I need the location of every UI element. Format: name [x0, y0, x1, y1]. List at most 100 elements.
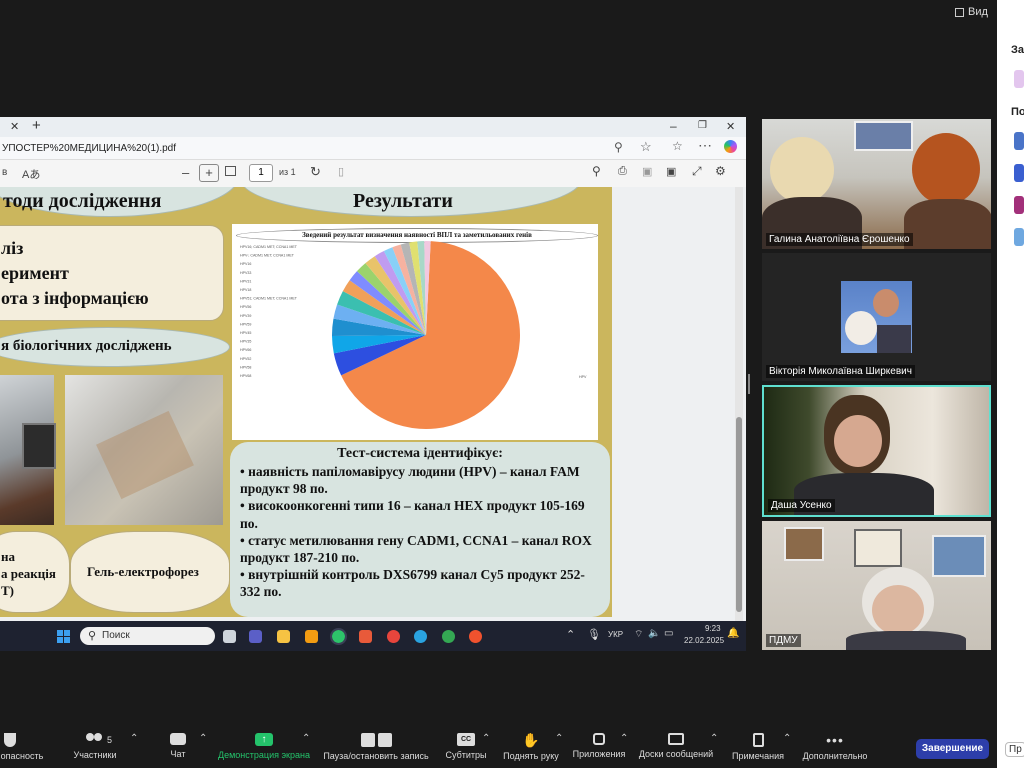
- side-avatar[interactable]: [1014, 196, 1024, 214]
- rotate-icon[interactable]: ↻: [310, 164, 321, 180]
- favorite-icon[interactable]: ☆: [640, 139, 652, 155]
- share-chevron-icon[interactable]: ⌃: [302, 733, 310, 744]
- explorer-icon[interactable]: [277, 630, 290, 643]
- two-page-icon[interactable]: ▯: [338, 165, 344, 178]
- security-button[interactable]: опасность: [0, 733, 44, 761]
- collections-icon[interactable]: ☆: [672, 139, 683, 153]
- zoom-out-icon[interactable]: –: [182, 165, 189, 180]
- fit-page-icon[interactable]: [225, 166, 236, 176]
- pie-label: HPV: [579, 375, 587, 379]
- new-tab-icon[interactable]: +: [32, 117, 41, 134]
- scrollbar[interactable]: [735, 187, 743, 621]
- raise-hand-button[interactable]: ✋ Поднять руку: [500, 733, 562, 761]
- scrollbar-thumb[interactable]: [736, 417, 742, 612]
- pie-chart-panel: Зведений результат визначення наявності …: [232, 224, 598, 440]
- raise-hand-label: Поднять руку: [503, 751, 559, 761]
- search-pdf-icon[interactable]: ⚲: [592, 164, 601, 178]
- record-button[interactable]: Пауза/остановить запись: [320, 733, 432, 761]
- side-avatar[interactable]: [1014, 164, 1024, 182]
- methods-box: ліз еримент ота з інформацією: [0, 225, 224, 321]
- shield-icon: [4, 733, 16, 747]
- captions-chevron-icon[interactable]: ⌃: [482, 733, 490, 744]
- wifi-icon[interactable]: ⌔: [634, 628, 643, 641]
- apps-chevron-icon[interactable]: ⌃: [620, 733, 628, 744]
- zoom-icon[interactable]: ⚲: [614, 140, 623, 154]
- chrome-icon[interactable]: [387, 630, 400, 643]
- save-icon[interactable]: ▣: [642, 165, 652, 178]
- view-button[interactable]: Вид: [955, 6, 988, 18]
- task-view-icon[interactable]: [223, 630, 236, 643]
- more-button[interactable]: ••• Дополнительно: [798, 733, 872, 761]
- pdf-toolbar: ʙ Aあ – + 1 из 1 ↻ ▯ ⚲ ⎙ ▣ ▣ ⤢ ⚙: [0, 160, 746, 188]
- side-bottom-button[interactable]: Пр: [1005, 742, 1024, 757]
- side-avatar[interactable]: [1014, 228, 1024, 246]
- participants-chevron-icon[interactable]: ⌃: [130, 733, 138, 744]
- methods-item: еримент: [1, 263, 69, 283]
- whiteboards-button[interactable]: Доски сообщений: [636, 733, 716, 759]
- security-label: опасность: [0, 751, 44, 761]
- chat-chevron-icon[interactable]: ⌃: [199, 733, 207, 744]
- person-head: [912, 133, 980, 205]
- video-tile[interactable]: Галина Анатоліївна Єрошенко: [762, 119, 991, 249]
- video-tile[interactable]: Вікторія Миколаївна Ширкевич: [762, 253, 991, 381]
- menu-icon[interactable]: ⋯: [698, 137, 712, 154]
- video-tile-active-speaker[interactable]: Даша Усенко: [762, 385, 991, 517]
- read-aloud-icon[interactable]: ʙ: [2, 167, 7, 178]
- fullscreen-icon[interactable]: ⤢: [692, 164, 702, 179]
- maximize-icon[interactable]: ❐: [698, 120, 707, 131]
- settings-icon[interactable]: ⚙: [715, 164, 726, 178]
- clock-date[interactable]: 22.02.2025: [684, 636, 724, 645]
- telegram-icon[interactable]: [414, 630, 427, 643]
- tab-close-icon[interactable]: ✕: [10, 120, 19, 133]
- methods-item: ота з інформацією: [1, 288, 149, 308]
- methods-banner: тоди дослідження: [0, 187, 240, 217]
- window-close-icon[interactable]: ✕: [726, 120, 735, 133]
- language-indicator[interactable]: УКР: [608, 630, 623, 639]
- print-icon[interactable]: ⎙: [618, 165, 627, 178]
- hand-chevron-icon[interactable]: ⌃: [555, 733, 563, 744]
- chat-button[interactable]: Чат: [160, 733, 196, 759]
- teams-icon[interactable]: [249, 630, 262, 643]
- participant-name: ПДМУ: [766, 634, 801, 647]
- grid-icon: [955, 7, 964, 17]
- tray-chevron-icon[interactable]: ⌃: [566, 628, 575, 641]
- zoom-in-icon[interactable]: +: [199, 164, 219, 182]
- chrome-icon[interactable]: [442, 630, 455, 643]
- captions-label: Субтитры: [445, 750, 487, 760]
- volume-icon[interactable]: 🔈: [648, 628, 660, 639]
- side-item[interactable]: [1014, 70, 1024, 88]
- windows-start-icon[interactable]: [57, 630, 70, 643]
- translate-icon[interactable]: Aあ: [22, 166, 40, 182]
- share-screen-button[interactable]: ↑ Демонстрация экрана: [216, 733, 312, 760]
- app-icon[interactable]: [359, 630, 372, 643]
- minimize-icon[interactable]: –: [670, 119, 677, 133]
- gel-label: Гель-електрофорез: [87, 564, 199, 579]
- save-as-icon[interactable]: ▣: [666, 165, 676, 178]
- copilot-icon[interactable]: [724, 140, 737, 153]
- more-icon: •••: [826, 732, 844, 748]
- shared-screen: ✕ + – ❐ ✕ УПОСТЕР%20МЕДИЦИНА%20(1).pdf ⚲…: [0, 117, 746, 651]
- notification-icon[interactable]: 🔔: [727, 628, 739, 639]
- participant-name: Галина Анатоліївна Єрошенко: [766, 233, 913, 246]
- app-icon[interactable]: [469, 630, 482, 643]
- url-text: УПОСТЕР%20МЕДИЦИНА%20(1).pdf: [2, 143, 177, 154]
- notes-chevron-icon[interactable]: ⌃: [783, 733, 791, 744]
- clock-time[interactable]: 9:23: [705, 624, 721, 633]
- notes-button[interactable]: Примечания: [728, 733, 788, 761]
- battery-icon[interactable]: ▭: [664, 628, 673, 639]
- methods-title: тоди дослідження: [3, 190, 162, 212]
- mic-icon[interactable]: 🎙: [587, 628, 601, 641]
- video-tile[interactable]: ПДМУ: [762, 521, 991, 650]
- participants-button[interactable]: 5 Участники: [70, 733, 120, 760]
- edge-icon[interactable]: [330, 628, 347, 645]
- app-icon[interactable]: [305, 630, 318, 643]
- side-avatar[interactable]: [1014, 132, 1024, 150]
- participant-photo: [841, 281, 912, 353]
- page-number-input[interactable]: 1: [249, 164, 273, 182]
- end-meeting-button[interactable]: Завершение: [916, 739, 989, 759]
- taskbar-search[interactable]: ⚲ Поиск: [80, 627, 215, 645]
- pie-label: HPV18: [240, 288, 251, 292]
- share-resize-handle[interactable]: [748, 374, 750, 394]
- whiteboard-chevron-icon[interactable]: ⌃: [710, 733, 718, 744]
- address-bar[interactable]: УПОСТЕР%20МЕДИЦИНА%20(1).pdf ⚲ ☆ ☆ ⋯: [0, 137, 746, 160]
